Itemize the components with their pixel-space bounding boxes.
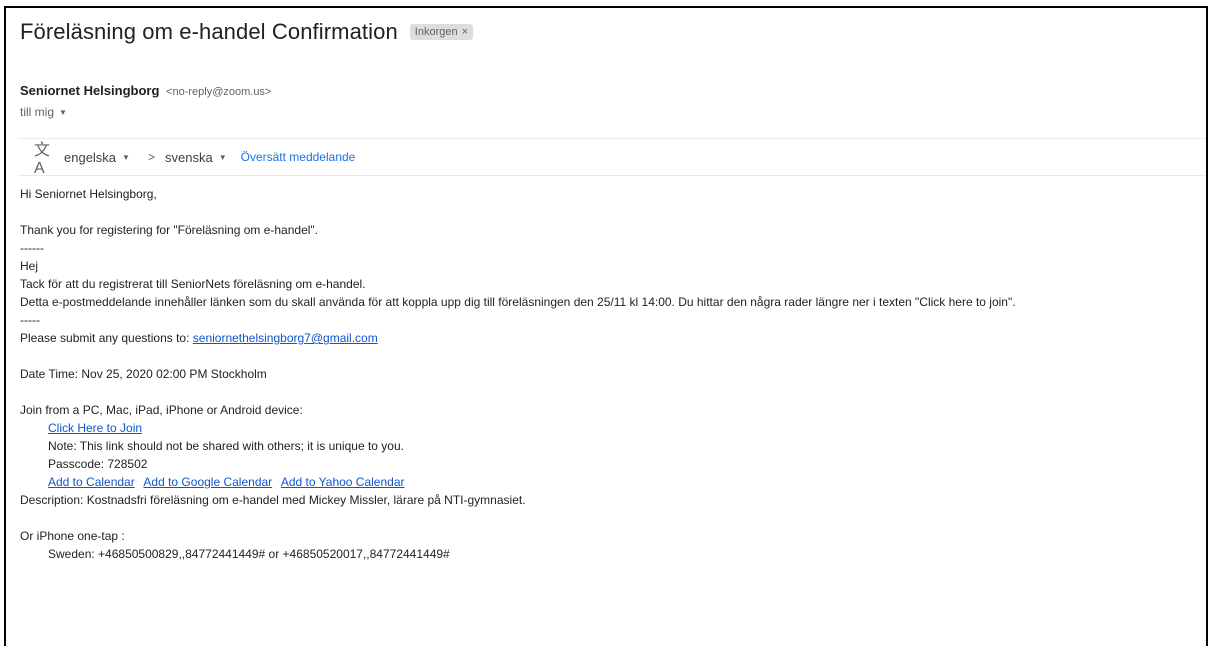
- email-view: Föreläsning om e-handel Confirmation Ink…: [4, 6, 1208, 646]
- translate-bar: 文A engelska ▼ > svenska ▼ Översätt medde…: [18, 138, 1206, 177]
- add-to-yahoo-calendar-link[interactable]: Add to Yahoo Calendar: [281, 475, 405, 489]
- description-text: Description: Kostnadsfri föreläsning om …: [20, 493, 526, 507]
- add-to-google-calendar-link[interactable]: Add to Google Calendar: [143, 475, 272, 489]
- translate-message-link[interactable]: Översätt meddelande: [241, 150, 356, 164]
- sweden-numbers-text: Sweden: +46850500829,,84772441449# or +4…: [48, 547, 450, 561]
- sender-row: Seniornet Helsingborg <no-reply@zoom.us>: [20, 83, 271, 98]
- iphone-one-tap-text: Or iPhone one-tap :: [20, 529, 125, 543]
- add-to-calendar-link[interactable]: Add to Calendar: [48, 475, 135, 489]
- calendar-links: Add to Calendar Add to Google Calendar A…: [20, 473, 1200, 491]
- greeting-text: Hi Seniornet Helsingborg,: [20, 187, 157, 201]
- thanks-text: Thank you for registering for "Föreläsni…: [20, 223, 319, 237]
- chevron-down-icon: ▼: [122, 152, 130, 162]
- questions-line: Please submit any questions to: seniorne…: [20, 329, 1200, 347]
- questions-prefix: Please submit any questions to:: [20, 331, 193, 345]
- email-subject: Föreläsning om e-handel Confirmation: [20, 19, 398, 44]
- separator-text: ------: [20, 241, 44, 255]
- inbox-label-chip[interactable]: Inkorgen ×: [409, 24, 474, 40]
- chevron-down-icon: ▼: [218, 152, 227, 162]
- translate-icon: 文A: [34, 142, 51, 177]
- remove-label-icon[interactable]: ×: [462, 26, 468, 38]
- passcode-text: Passcode: 728502: [48, 457, 148, 471]
- inbox-label-text: Inkorgen: [414, 26, 458, 38]
- target-language-dropdown[interactable]: svenska ▼: [165, 150, 227, 165]
- source-language-label: engelska: [64, 149, 117, 165]
- message-body: Hi Seniornet Helsingborg, Thank you for …: [20, 185, 1200, 563]
- note-text: Note: This link should not be shared wit…: [48, 439, 404, 453]
- join-from-text: Join from a PC, Mac, iPad, iPhone or And…: [20, 403, 303, 417]
- tack-text: Tack för att du registrerat till SeniorN…: [20, 277, 366, 291]
- sender-email: <no-reply@zoom.us>: [166, 86, 272, 98]
- join-link-line: Click Here to Join: [20, 419, 1200, 437]
- instructions-text: Detta e-postmeddelande innehåller länken…: [20, 295, 1016, 309]
- hej-text: Hej: [20, 259, 39, 273]
- subject-row: Föreläsning om e-handel Confirmation Ink…: [20, 14, 474, 50]
- source-language-dropdown[interactable]: engelska ▼: [64, 150, 130, 165]
- questions-email-link[interactable]: seniornethelsingborg7@gmail.com: [193, 331, 378, 345]
- chevron-down-icon: ▼: [59, 107, 67, 117]
- separator-text: -----: [20, 313, 40, 327]
- recipient-details-toggle[interactable]: till mig ▼: [20, 105, 67, 119]
- sender-name: Seniornet Helsingborg: [20, 83, 160, 98]
- recipient-text: till mig: [20, 105, 55, 119]
- arrow-right-icon: >: [147, 150, 155, 164]
- target-language-label: svenska: [164, 149, 213, 165]
- date-time-text: Date Time: Nov 25, 2020 02:00 PM Stockho…: [20, 367, 267, 381]
- click-here-to-join-link[interactable]: Click Here to Join: [48, 421, 142, 435]
